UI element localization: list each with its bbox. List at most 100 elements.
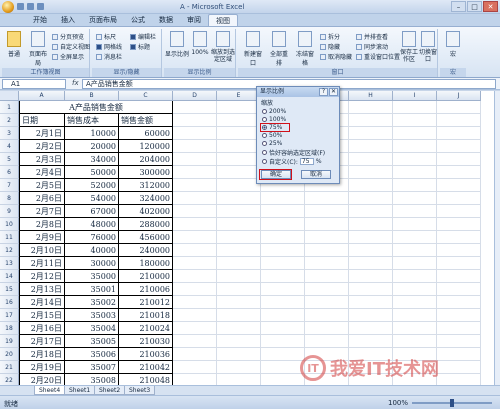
empty-cell[interactable] xyxy=(261,283,305,296)
zoom-option-2[interactable]: 75% xyxy=(262,124,282,131)
empty-cell[interactable] xyxy=(305,231,349,244)
select-all-corner[interactable] xyxy=(0,91,19,101)
empty-cell[interactable] xyxy=(173,283,217,296)
empty-cell[interactable] xyxy=(217,166,261,179)
empty-cell[interactable] xyxy=(217,114,261,127)
empty-cell[interactable] xyxy=(349,166,393,179)
empty-cell[interactable] xyxy=(349,296,393,309)
table-cell[interactable]: 40000 xyxy=(65,244,119,257)
empty-cell[interactable] xyxy=(393,218,437,231)
empty-cell[interactable] xyxy=(349,101,393,114)
empty-cell[interactable] xyxy=(217,218,261,231)
empty-cell[interactable] xyxy=(393,140,437,153)
row-header-1[interactable]: 1 xyxy=(0,101,19,114)
table-cell[interactable]: 10000 xyxy=(65,127,119,140)
empty-cell[interactable] xyxy=(217,192,261,205)
name-box[interactable]: A1 xyxy=(2,79,66,89)
column-header-h[interactable]: H xyxy=(349,91,393,101)
cancel-button[interactable]: 取消 xyxy=(301,170,331,179)
table-cell[interactable]: 35007 xyxy=(65,361,119,374)
table-cell[interactable]: 52000 xyxy=(65,179,119,192)
zoom-button[interactable]: 显示比例 xyxy=(165,31,189,58)
empty-cell[interactable] xyxy=(393,127,437,140)
empty-cell[interactable] xyxy=(173,192,217,205)
row-header-9[interactable]: 9 xyxy=(0,205,19,218)
empty-cell[interactable] xyxy=(393,283,437,296)
empty-cell[interactable] xyxy=(393,322,437,335)
radio-icon[interactable] xyxy=(262,133,267,138)
empty-cell[interactable] xyxy=(393,114,437,127)
empty-cell[interactable] xyxy=(173,270,217,283)
table-cell[interactable]: 2月6日 xyxy=(19,192,65,205)
table-cell[interactable]: 35004 xyxy=(65,322,119,335)
table-cell[interactable]: 120000 xyxy=(119,140,173,153)
empty-cell[interactable] xyxy=(261,335,305,348)
radio-icon[interactable] xyxy=(262,109,267,114)
arrange-all-button[interactable]: 全部重排 xyxy=(268,31,290,67)
empty-cell[interactable] xyxy=(173,244,217,257)
empty-cell[interactable] xyxy=(173,361,217,374)
empty-cell[interactable] xyxy=(261,348,305,361)
table-cell[interactable]: 35000 xyxy=(65,270,119,283)
empty-cell[interactable] xyxy=(393,205,437,218)
empty-cell[interactable] xyxy=(173,114,217,127)
empty-cell[interactable] xyxy=(173,296,217,309)
empty-cell[interactable] xyxy=(437,218,481,231)
row-header-20[interactable]: 20 xyxy=(0,348,19,361)
table-cell[interactable]: 210048 xyxy=(119,374,173,385)
empty-cell[interactable] xyxy=(393,296,437,309)
table-cell[interactable]: 2月11日 xyxy=(19,257,65,270)
undo-icon[interactable] xyxy=(27,3,34,10)
side-by-side-button[interactable]: 并排查看 xyxy=(356,32,388,41)
empty-cell[interactable] xyxy=(173,127,217,140)
empty-cell[interactable] xyxy=(349,153,393,166)
spreadsheet-grid[interactable]: ABCDEFGHIJ123456789101112131415161718192… xyxy=(0,91,494,385)
tab-home[interactable]: 开始 xyxy=(26,14,54,26)
table-header-cell[interactable]: 销售成本 xyxy=(65,114,119,127)
empty-cell[interactable] xyxy=(305,244,349,257)
page-layout-button[interactable]: 页面布局 xyxy=(27,31,49,67)
reset-window-button[interactable]: 重设窗口位置 xyxy=(356,52,400,61)
empty-cell[interactable] xyxy=(217,153,261,166)
empty-cell[interactable] xyxy=(437,257,481,270)
table-cell[interactable]: 324000 xyxy=(119,192,173,205)
empty-cell[interactable] xyxy=(217,374,261,385)
empty-cell[interactable] xyxy=(437,374,481,385)
normal-view-button[interactable]: 普通 xyxy=(4,31,24,58)
empty-cell[interactable] xyxy=(393,179,437,192)
redo-icon[interactable] xyxy=(37,3,44,10)
help-icon[interactable]: ? xyxy=(319,88,328,96)
table-cell[interactable]: 402000 xyxy=(119,205,173,218)
maximize-button[interactable]: □ xyxy=(467,1,482,12)
empty-cell[interactable] xyxy=(349,114,393,127)
ruler-checkbox[interactable]: 标尺 xyxy=(96,32,116,41)
empty-cell[interactable] xyxy=(349,140,393,153)
empty-cell[interactable] xyxy=(217,205,261,218)
row-header-13[interactable]: 13 xyxy=(0,257,19,270)
empty-cell[interactable] xyxy=(173,153,217,166)
table-cell[interactable]: 2月4日 xyxy=(19,166,65,179)
save-icon[interactable] xyxy=(17,3,24,10)
tab-page-layout[interactable]: 页面布局 xyxy=(82,14,124,26)
gridlines-checkbox[interactable]: 网格线 xyxy=(96,42,122,51)
table-cell[interactable]: 2月2日 xyxy=(19,140,65,153)
empty-cell[interactable] xyxy=(305,322,349,335)
empty-cell[interactable] xyxy=(261,361,305,374)
table-cell[interactable]: 34000 xyxy=(65,153,119,166)
save-workspace-button[interactable]: 保存工作区 xyxy=(400,31,418,63)
table-cell[interactable]: 2月9日 xyxy=(19,231,65,244)
table-cell[interactable]: 288000 xyxy=(119,218,173,231)
table-cell[interactable]: 312000 xyxy=(119,179,173,192)
empty-cell[interactable] xyxy=(217,348,261,361)
formula-bar-checkbox[interactable]: 编辑栏 xyxy=(130,32,156,41)
column-header-b[interactable]: B xyxy=(65,91,119,101)
empty-cell[interactable] xyxy=(173,348,217,361)
radio-icon[interactable] xyxy=(262,125,267,130)
switch-window-button[interactable]: 切换窗口 xyxy=(419,31,437,63)
headings-checkbox[interactable]: 标题 xyxy=(130,42,150,51)
table-cell[interactable]: 35006 xyxy=(65,348,119,361)
table-cell[interactable]: 2月8日 xyxy=(19,218,65,231)
table-cell[interactable]: 35008 xyxy=(65,374,119,385)
table-cell[interactable]: 2月12日 xyxy=(19,270,65,283)
empty-cell[interactable] xyxy=(305,309,349,322)
